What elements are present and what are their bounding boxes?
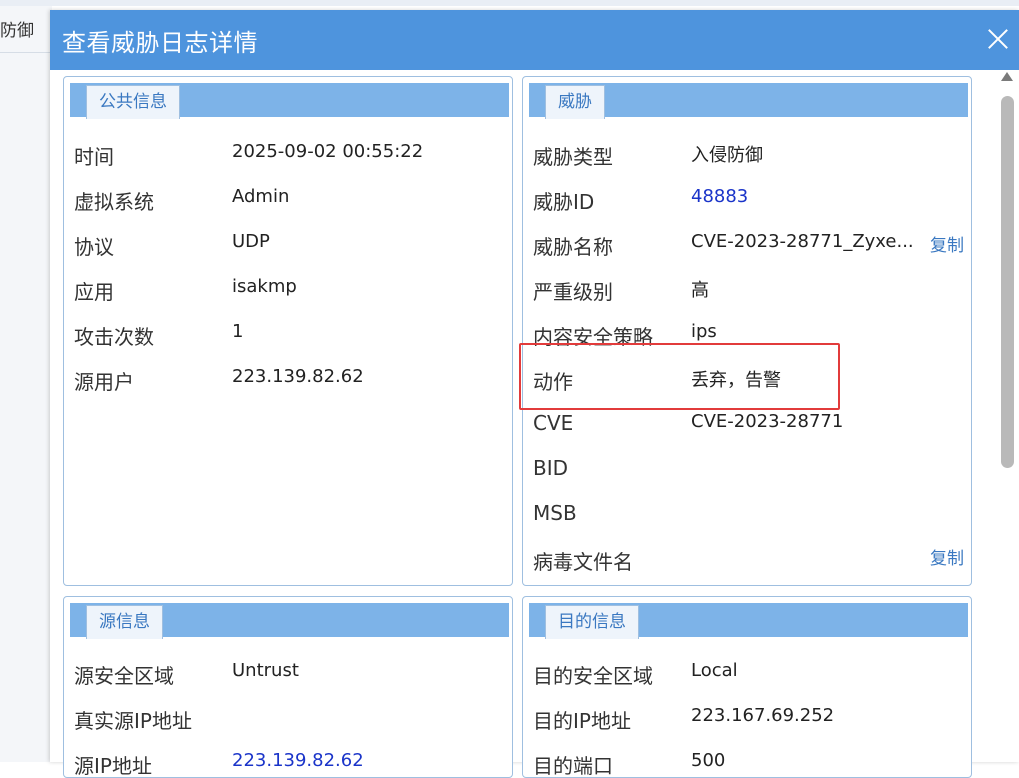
field-label: 目的安全区域 bbox=[533, 664, 653, 688]
close-icon[interactable] bbox=[985, 26, 1011, 52]
dest-row-zone: 目的安全区域 Local bbox=[533, 660, 971, 690]
field-value: 高 bbox=[691, 280, 709, 301]
tab-public-info[interactable]: 公共信息 bbox=[86, 85, 180, 119]
field-label: 虚拟系统 bbox=[74, 190, 154, 214]
info-row-vsys: 虚拟系统 Admin bbox=[74, 186, 512, 216]
background-top-bar bbox=[0, 0, 1019, 6]
field-label: 应用 bbox=[74, 280, 114, 304]
dialog-header: 查看威胁日志详情 bbox=[50, 10, 1019, 70]
threat-row-msb: MSB bbox=[533, 501, 971, 531]
field-label: 威胁名称 bbox=[533, 235, 613, 259]
field-label: 真实源IP地址 bbox=[74, 709, 192, 733]
scrollbar-thumb[interactable] bbox=[1001, 96, 1014, 468]
threat-row-policy: 内容安全策略 ips bbox=[533, 321, 971, 351]
field-label: 内容安全策略 bbox=[533, 325, 653, 349]
field-label: BID bbox=[533, 456, 569, 480]
field-value: 500 bbox=[691, 750, 726, 771]
tab-destination-info[interactable]: 目的信息 bbox=[545, 605, 639, 639]
field-label: 源用户 bbox=[74, 370, 134, 394]
field-value: CVE-2023-28771 bbox=[691, 411, 844, 432]
threat-row-cve: CVE CVE-2023-28771 bbox=[533, 411, 971, 441]
field-label: 威胁ID bbox=[533, 190, 595, 214]
field-value: 入侵防御 bbox=[691, 145, 763, 166]
copy-virus-file-button[interactable]: 复制 bbox=[930, 544, 964, 569]
scroll-up-arrow-icon[interactable] bbox=[1001, 72, 1013, 81]
field-label: 时间 bbox=[74, 145, 114, 169]
source-ip-link[interactable]: 223.139.82.62 bbox=[232, 750, 364, 771]
copy-threat-name-button[interactable]: 复制 bbox=[930, 231, 964, 256]
threat-row-id: 威胁ID 48883 bbox=[533, 186, 971, 216]
threat-row-action: 动作 丢弃，告警 bbox=[533, 366, 971, 396]
source-info-panel: 源信息 源安全区域 Untrust 真实源IP地址 源IP地址 223.139.… bbox=[63, 596, 513, 778]
tab-source-info[interactable]: 源信息 bbox=[86, 605, 163, 639]
info-row-protocol: 协议 UDP bbox=[74, 231, 512, 261]
dest-row-ip: 目的IP地址 223.167.69.252 bbox=[533, 705, 971, 735]
threat-log-detail-dialog: 查看威胁日志详情 公共信息 时间 2025-09-02 00:55:22 虚拟系… bbox=[50, 10, 1019, 778]
threat-row-bid: BID bbox=[533, 456, 971, 486]
field-value: 1 bbox=[232, 321, 244, 342]
background-divider bbox=[0, 52, 50, 53]
background-page bbox=[0, 0, 52, 762]
field-label: 源IP地址 bbox=[74, 754, 152, 778]
threat-row-virus-file: 病毒文件名 复制 bbox=[533, 546, 971, 576]
field-value: Local bbox=[691, 660, 738, 681]
field-label: 严重级别 bbox=[533, 280, 613, 304]
field-value: Untrust bbox=[232, 660, 299, 681]
panel-header: 源信息 bbox=[70, 603, 509, 639]
field-value: UDP bbox=[232, 231, 270, 252]
background-partial-text: 防御 bbox=[0, 21, 34, 41]
public-info-panel: 公共信息 时间 2025-09-02 00:55:22 虚拟系统 Admin 协… bbox=[63, 76, 513, 586]
threat-row-name: 威胁名称 CVE-2023-28771_Zyxe... 复制 bbox=[533, 231, 971, 261]
field-label: 目的端口 bbox=[533, 754, 613, 778]
field-label: 目的IP地址 bbox=[533, 709, 631, 733]
field-label: 协议 bbox=[74, 235, 114, 259]
field-value: isakmp bbox=[232, 276, 297, 297]
field-value: 2025-09-02 00:55:22 bbox=[232, 141, 424, 162]
info-row-time: 时间 2025-09-02 00:55:22 bbox=[74, 141, 512, 171]
destination-info-panel: 目的信息 目的安全区域 Local 目的IP地址 223.167.69.252 … bbox=[522, 596, 972, 778]
field-label: 源安全区域 bbox=[74, 664, 174, 688]
field-value: 223.139.82.62 bbox=[232, 366, 364, 387]
threat-panel: 威胁 威胁类型 入侵防御 威胁ID 48883 威胁名称 CVE-2023-28… bbox=[522, 76, 972, 586]
source-row-ip: 源IP地址 223.139.82.62 bbox=[74, 750, 512, 778]
field-value: ips bbox=[691, 321, 717, 342]
source-row-zone: 源安全区域 Untrust bbox=[74, 660, 512, 690]
source-row-real-ip: 真实源IP地址 bbox=[74, 705, 512, 735]
field-label: 动作 bbox=[533, 370, 573, 394]
field-label: 病毒文件名 bbox=[533, 550, 633, 574]
field-value: 223.167.69.252 bbox=[691, 705, 835, 726]
dest-row-port: 目的端口 500 bbox=[533, 750, 971, 778]
field-label: 威胁类型 bbox=[533, 145, 613, 169]
field-value: Admin bbox=[232, 186, 290, 207]
field-value: 丢弃，告警 bbox=[691, 370, 781, 391]
field-value: CVE-2023-28771_Zyxe... bbox=[691, 231, 914, 252]
field-label: CVE bbox=[533, 411, 574, 435]
info-row-attack-count: 攻击次数 1 bbox=[74, 321, 512, 351]
threat-row-severity: 严重级别 高 bbox=[533, 276, 971, 306]
info-row-application: 应用 isakmp bbox=[74, 276, 512, 306]
panel-header: 威胁 bbox=[529, 83, 968, 119]
panel-header: 公共信息 bbox=[70, 83, 509, 119]
field-label: 攻击次数 bbox=[74, 325, 154, 349]
dialog-title: 查看威胁日志详情 bbox=[62, 29, 258, 57]
field-label: MSB bbox=[533, 501, 577, 525]
info-row-source-user: 源用户 223.139.82.62 bbox=[74, 366, 512, 396]
panel-header: 目的信息 bbox=[529, 603, 968, 639]
threat-row-type: 威胁类型 入侵防御 bbox=[533, 141, 971, 171]
tab-threat[interactable]: 威胁 bbox=[545, 85, 605, 119]
threat-id-link[interactable]: 48883 bbox=[691, 186, 748, 207]
